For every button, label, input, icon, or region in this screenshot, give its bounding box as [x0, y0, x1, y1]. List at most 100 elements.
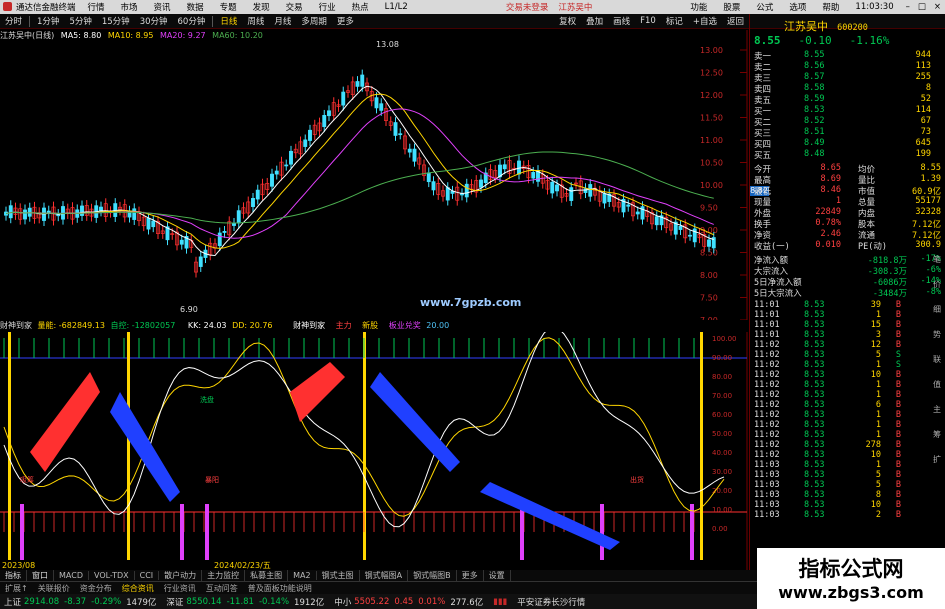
- index-sh[interactable]: 上证: [4, 596, 21, 608]
- tool-button[interactable]: 标记: [661, 15, 688, 27]
- period-tab[interactable]: 多周期: [296, 15, 332, 27]
- indicator-tab[interactable]: 更多: [457, 570, 484, 581]
- tool-button[interactable]: 画线: [608, 15, 635, 27]
- buy-column: [180, 504, 184, 560]
- broker-name[interactable]: 平安证券长沙行情: [517, 596, 585, 608]
- panel-side-tab[interactable]: 扩: [933, 454, 945, 465]
- bid-row: 买一 8.53 114: [754, 105, 941, 117]
- menu-item[interactable]: 股票: [715, 1, 748, 13]
- info-tab[interactable]: 资金分布: [75, 583, 117, 594]
- tool-button[interactable]: 叠加: [581, 15, 608, 27]
- stock-name: 江苏吴中: [784, 20, 828, 33]
- tool-button[interactable]: F10: [635, 16, 661, 26]
- menu-item[interactable]: 功能: [682, 1, 715, 13]
- sub-label: 财神到家: [293, 321, 326, 330]
- period-tab[interactable]: 15分钟: [97, 15, 135, 27]
- menu-item[interactable]: 资讯: [146, 1, 179, 13]
- period-tab[interactable]: 月线: [269, 15, 296, 27]
- menu-item[interactable]: 选项: [781, 1, 814, 13]
- tool-button[interactable]: 复权: [554, 15, 581, 27]
- period-tab[interactable]: 1分钟: [32, 15, 64, 27]
- candle-body: [555, 184, 559, 192]
- indicator-tab[interactable]: 设置: [484, 570, 511, 581]
- info-tab[interactable]: 扩展↑: [0, 583, 33, 594]
- menu-item[interactable]: 热点: [344, 1, 377, 13]
- tick-side: B: [895, 470, 901, 480]
- price-chart[interactable]: 13.00 12.50 12.00 11.50 11.00 10.50 10.00 9.50 9…: [0, 30, 749, 320]
- minimize-icon[interactable]: –: [902, 2, 914, 12]
- period-tab[interactable]: 5分钟: [64, 15, 96, 27]
- y-tick-label: 12.00: [700, 91, 723, 100]
- info-tab[interactable]: 行业资讯: [159, 583, 201, 594]
- tick-price: 8.53: [804, 510, 825, 520]
- indicator-tab[interactable]: CCI: [135, 571, 160, 580]
- indicator-tab[interactable]: 钢式主图: [317, 570, 360, 581]
- panel-side-tab[interactable]: 主: [933, 404, 945, 415]
- period-tab[interactable]: 分时: [0, 15, 27, 27]
- panel-side-tab[interactable]: 势: [933, 329, 945, 340]
- menu-item[interactable]: 行业: [311, 1, 344, 13]
- tool-button[interactable]: +自选: [688, 15, 722, 27]
- indicator-tab[interactable]: 散户动力: [159, 570, 203, 581]
- panel-side-tab[interactable]: 细: [933, 304, 945, 315]
- menu-item[interactable]: 公式: [748, 1, 781, 13]
- index-sz[interactable]: 深证: [166, 596, 183, 608]
- close-icon[interactable]: ×: [930, 2, 945, 12]
- candle-body: [23, 209, 27, 220]
- period-tab-active[interactable]: 日线: [215, 15, 242, 27]
- indicator-tab[interactable]: MA2: [288, 571, 317, 580]
- menu-item[interactable]: L1/L2: [377, 2, 416, 12]
- indicator-tab[interactable]: MACD: [54, 571, 89, 580]
- indicator-tab[interactable]: 钢式幅图B: [408, 570, 457, 581]
- menu-item[interactable]: 专题: [212, 1, 245, 13]
- candle-body: [479, 179, 483, 188]
- tick-price: 8.53: [804, 340, 825, 350]
- indicator-tab[interactable]: VOL-TDX: [89, 571, 135, 580]
- panel-side-tab[interactable]: 价: [933, 279, 945, 290]
- panel-side-tab[interactable]: 联: [933, 354, 945, 365]
- indicator-tab[interactable]: 指标: [0, 570, 27, 581]
- period-tab[interactable]: 更多: [332, 15, 359, 27]
- menu-item[interactable]: 交易: [278, 1, 311, 13]
- info-tab[interactable]: 关联报价: [33, 583, 75, 594]
- ask-price: 8.56: [804, 61, 825, 71]
- candle-body: [232, 222, 236, 226]
- tick-side: B: [895, 500, 901, 510]
- panel-side-tab[interactable]: 值: [933, 379, 945, 390]
- stock-link[interactable]: 江苏吴中: [553, 1, 597, 13]
- tick-side: B: [895, 420, 901, 430]
- indicator-tab[interactable]: 钢式幅图A: [360, 570, 409, 581]
- period-tab[interactable]: 周线: [242, 15, 269, 27]
- quote-panel: 江苏吴中 600200 8.55 -0.10 -1.16% 卖一 8.55 944 卖二 8.5…: [749, 14, 945, 574]
- y-tick-label: 11.00: [700, 136, 723, 145]
- info-tab[interactable]: 互动问答: [201, 583, 243, 594]
- menu-item[interactable]: 发现: [245, 1, 278, 13]
- menu-item[interactable]: 市场: [113, 1, 146, 13]
- up-band: [30, 372, 100, 472]
- indicator-tab[interactable]: 窗口: [27, 570, 54, 581]
- info-tab[interactable]: 综合资讯: [117, 583, 159, 594]
- panel-side-tab[interactable]: 筹: [933, 429, 945, 440]
- sub-axis-label: 30.00: [712, 468, 732, 476]
- panel-side-tab[interactable]: 笔: [933, 254, 945, 265]
- trade-login-link[interactable]: 交易未登录: [501, 1, 554, 13]
- info-tab[interactable]: 普及面板功能说明: [243, 583, 317, 594]
- indicator-tab[interactable]: 主力监控: [202, 570, 246, 581]
- indicator-tab[interactable]: 私募主图: [245, 570, 289, 581]
- high-price-marker: 13.08: [376, 40, 399, 49]
- tick-volume: 8: [875, 490, 881, 500]
- menu-item[interactable]: 行情: [80, 1, 113, 13]
- menu-item[interactable]: 帮助: [814, 1, 847, 13]
- index-zx-value: 5505.22: [354, 596, 390, 607]
- stat-value: 22849: [815, 207, 841, 217]
- indicator-chart[interactable]: 100.00 90.00 80.00 70.00 60.00 50.00 40.00 30.0…: [0, 332, 749, 570]
- menu-item[interactable]: 数据: [179, 1, 212, 13]
- tool-button[interactable]: 返回: [722, 15, 749, 27]
- maximize-icon[interactable]: □: [914, 2, 930, 12]
- period-tab[interactable]: 30分钟: [135, 15, 173, 27]
- bid-price: 8.49: [804, 138, 825, 148]
- period-tab[interactable]: 60分钟: [173, 15, 211, 27]
- index-zx[interactable]: 中小: [334, 596, 351, 608]
- stat-value: 32328: [915, 207, 941, 217]
- flow-row: 5日大宗流入 -3484万 -8%: [754, 287, 941, 299]
